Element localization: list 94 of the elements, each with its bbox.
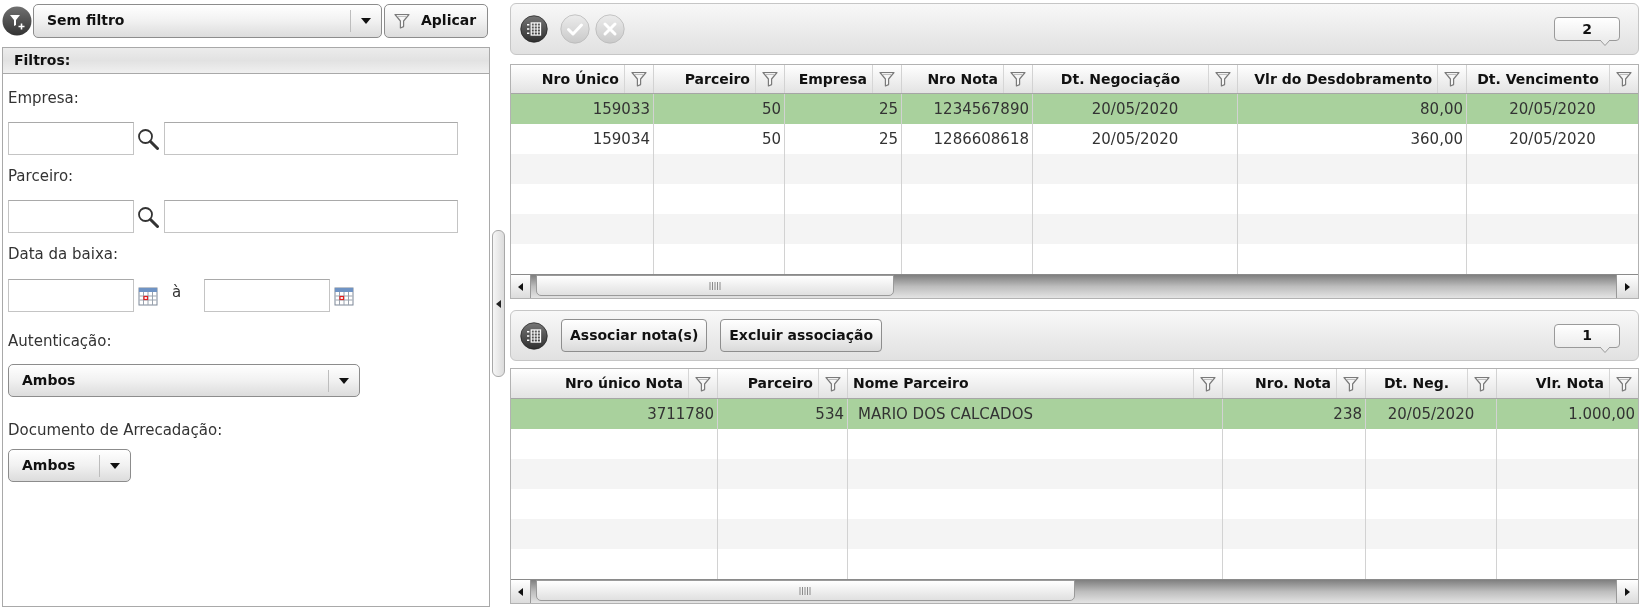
- toolbar-button[interactable]: Associar nota(s): [561, 319, 708, 352]
- table-cell-text: 360,00: [1410, 128, 1463, 150]
- input-field[interactable]: [8, 279, 134, 312]
- column-header[interactable]: Nro Nota: [927, 68, 998, 90]
- table-cell-text: 3711780: [647, 403, 714, 425]
- left-arrow-icon: [518, 587, 523, 596]
- horizontal-scrollbar[interactable]: [511, 579, 1638, 603]
- dropdown-select[interactable]: Ambos: [8, 449, 131, 482]
- filter-icon[interactable]: [879, 71, 895, 87]
- input-field[interactable]: [164, 200, 458, 233]
- left-triangle-icon: [496, 299, 501, 308]
- search-icon[interactable]: [137, 127, 159, 150]
- caret-icon: [339, 377, 349, 384]
- scroll-right-button[interactable]: [1616, 275, 1638, 298]
- table-cell-text: 50: [761, 98, 781, 120]
- table-cell-text: 25: [878, 128, 898, 150]
- field-label: Documento de Arrecadação:: [8, 420, 223, 440]
- filter-icon[interactable]: [825, 375, 841, 392]
- dropdown-select[interactable]: Ambos: [8, 364, 360, 397]
- table-cell-text: 1.000,00: [1568, 403, 1635, 425]
- caret-icon: [110, 462, 120, 469]
- filter-icon[interactable]: [1343, 375, 1359, 392]
- filter-icon[interactable]: [394, 12, 410, 29]
- column-header[interactable]: Parceiro: [684, 68, 750, 90]
- filter-icon[interactable]: [695, 375, 711, 392]
- table-cell-text: 1234567890: [933, 98, 1029, 120]
- table-cell-text: 20/05/2020: [1091, 128, 1179, 150]
- calendar-icon[interactable]: [138, 285, 158, 306]
- table-cell-text: 1286608618: [933, 128, 1029, 150]
- field-label: Empresa:: [8, 88, 79, 108]
- left-arrow-icon: [518, 282, 523, 291]
- right-arrow-icon: [1625, 282, 1630, 291]
- table-cell-text: 159033: [592, 98, 650, 120]
- column-header[interactable]: Nro único Nota: [564, 373, 683, 394]
- table-cell-text: 534: [815, 403, 844, 425]
- apply-button[interactable]: Aplicar: [384, 3, 488, 38]
- scroll-left-button[interactable]: [511, 580, 531, 603]
- horizontal-scrollbar[interactable]: [511, 274, 1638, 298]
- input-field[interactable]: [204, 279, 331, 312]
- toolbar-button[interactable]: Excluir associação: [720, 319, 883, 352]
- filter-icon[interactable]: [1200, 375, 1216, 392]
- search-icon[interactable]: [137, 205, 159, 228]
- table-cell-text: 80,00: [1420, 98, 1463, 120]
- filter-icon[interactable]: [1444, 71, 1460, 87]
- filter-icon[interactable]: [1474, 375, 1490, 392]
- column-header[interactable]: Parceiro: [747, 373, 813, 394]
- scroll-thumb[interactable]: [536, 580, 1075, 601]
- field-label: Autenticação:: [8, 331, 112, 351]
- table-cell-text: 20/05/2020: [1509, 128, 1596, 150]
- table-row[interactable]: 3711780 534 MARIO DOS CALCADOS 238 20/05/2020 1.000,00: [511, 399, 1638, 429]
- right-arrow-icon: [1625, 587, 1630, 596]
- grid-icon[interactable]: [520, 321, 548, 350]
- add-filter-icon[interactable]: [2, 5, 32, 36]
- calendar-icon[interactable]: [334, 285, 355, 306]
- table-cell-text: MARIO DOS CALCADOS: [858, 403, 1033, 425]
- filter-icon[interactable]: [1215, 71, 1231, 87]
- table-cell-text: 25: [878, 98, 898, 120]
- table-cell-text: 50: [761, 128, 781, 150]
- range-separator: à: [172, 282, 182, 304]
- panel-title: Filtros:: [3, 48, 489, 74]
- column-header[interactable]: Dt. Neg.: [1383, 373, 1450, 394]
- table-cell-text: 20/05/2020: [1387, 403, 1475, 425]
- scroll-thumb[interactable]: [536, 275, 894, 296]
- table-cell-text: 159034: [592, 128, 650, 150]
- column-header[interactable]: Dt. Negociação: [1060, 68, 1181, 90]
- column-header[interactable]: Vlr do Desdobramento: [1254, 68, 1432, 90]
- table-cell-text: 20/05/2020: [1091, 98, 1179, 120]
- grid-icon[interactable]: [520, 15, 548, 43]
- column-header[interactable]: Empresa: [798, 68, 867, 90]
- splitter-handle[interactable]: [492, 230, 505, 377]
- filter-icon[interactable]: [1010, 71, 1026, 87]
- filter-preset-select[interactable]: Sem filtro: [33, 3, 382, 38]
- column-header[interactable]: Dt. Vencimento: [1477, 68, 1599, 90]
- scroll-left-button[interactable]: [511, 275, 531, 298]
- field-label: Data da baixa:: [8, 244, 119, 264]
- caret-icon: [361, 17, 371, 24]
- filter-icon[interactable]: [1616, 71, 1632, 87]
- filter-icon[interactable]: [631, 71, 647, 87]
- input-field[interactable]: [164, 122, 458, 155]
- filter-icon[interactable]: [1616, 375, 1632, 392]
- column-header[interactable]: Nome Parceiro: [853, 373, 969, 394]
- field-label: Parceiro:: [8, 166, 74, 186]
- table-cell-text: 238: [1333, 403, 1362, 425]
- input-field[interactable]: [8, 200, 134, 233]
- grip-icon: [708, 281, 722, 290]
- column-header[interactable]: Vlr. Nota: [1535, 373, 1604, 394]
- table-row[interactable]: 159033 50 25 1234567890 20/05/2020 80,00 20/05/2020: [511, 94, 1638, 124]
- input-field[interactable]: [8, 122, 134, 155]
- grip-icon: [799, 586, 812, 595]
- column-header[interactable]: Nro. Nota: [1255, 373, 1331, 394]
- table-cell-text: 20/05/2020: [1509, 98, 1596, 120]
- filter-icon[interactable]: [762, 71, 778, 87]
- scroll-right-button[interactable]: [1616, 580, 1638, 603]
- column-header[interactable]: Nro Único: [541, 68, 619, 90]
